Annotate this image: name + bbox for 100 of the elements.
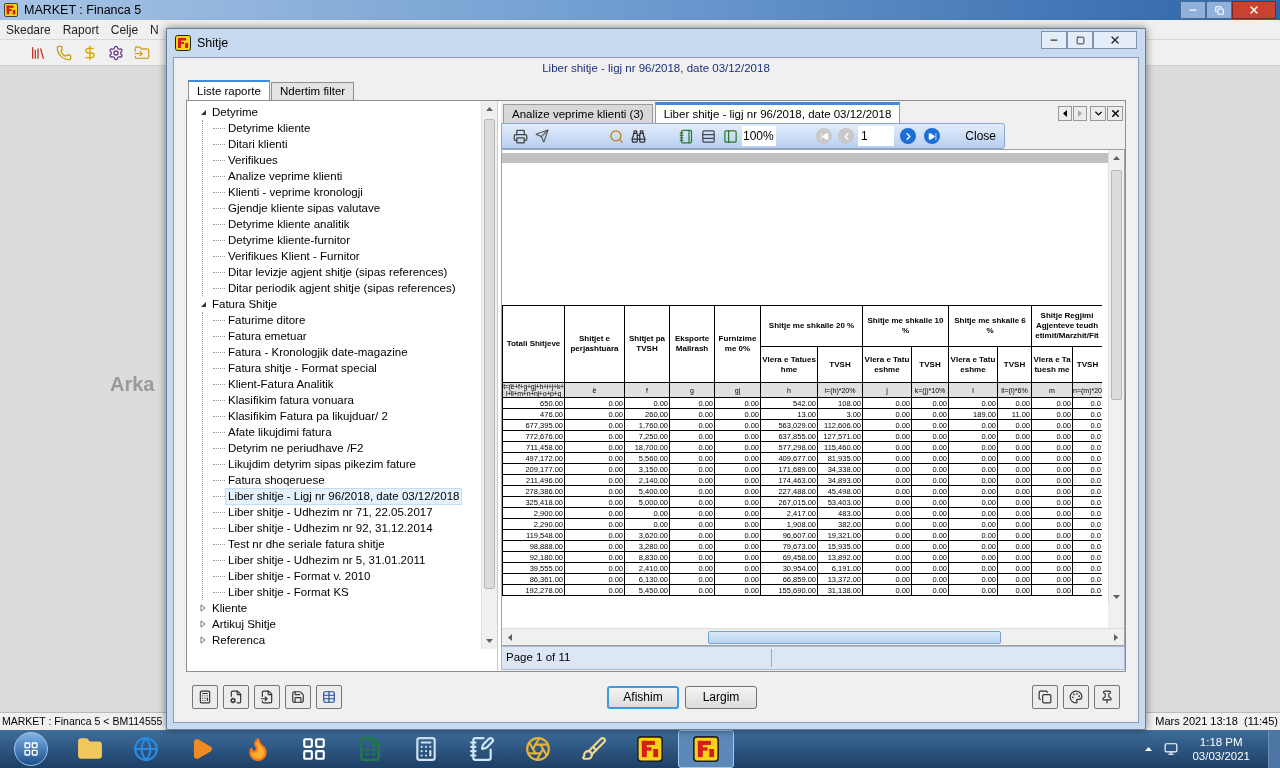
menu-item[interactable]: Skedare xyxy=(0,20,57,39)
tab[interactable]: Ndertim filter xyxy=(270,82,355,100)
menu-item[interactable]: N xyxy=(144,20,165,39)
tree-item[interactable]: Ditar levizje agjent shitje (sipas references) xyxy=(225,263,451,281)
save-button[interactable] xyxy=(285,685,311,709)
tree-item[interactable]: Faturime ditore xyxy=(225,311,309,329)
tree-item[interactable]: Liber shitje - Ligj nr 96/2018, date 03/12/2018 xyxy=(225,487,463,505)
close-button[interactable] xyxy=(1093,31,1137,49)
calculator-icon[interactable] xyxy=(413,736,439,762)
tree-item[interactable]: Detyrime kliente-furnitor xyxy=(225,231,354,249)
tree-item[interactable]: Fatura shoqeruese xyxy=(225,471,328,489)
tree-item[interactable]: Kliente xyxy=(209,599,251,617)
minimize-button[interactable] xyxy=(1180,1,1206,19)
binoculars-icon[interactable] xyxy=(630,128,646,144)
scroll-up-icon[interactable] xyxy=(1113,156,1120,160)
tree-item[interactable]: Afate likujdimi fatura xyxy=(225,423,335,441)
folder-icon[interactable] xyxy=(77,736,103,762)
pin-button[interactable] xyxy=(1094,685,1120,709)
expand-icon[interactable] xyxy=(200,620,206,628)
tree-item[interactable]: Detyrime xyxy=(209,103,261,121)
scroll-left-icon[interactable] xyxy=(508,633,512,641)
horizontal-scrollbar[interactable] xyxy=(502,628,1124,645)
scroll-down-icon[interactable] xyxy=(1113,595,1120,599)
import-button[interactable] xyxy=(254,685,280,709)
tray-arrow-icon[interactable] xyxy=(1145,747,1153,751)
tab-list-button[interactable] xyxy=(1090,106,1106,121)
start-button[interactable] xyxy=(14,732,48,766)
tree-item[interactable]: Detyrim ne periudhave /F2 xyxy=(225,439,367,457)
tree-item[interactable]: Detyrime kliente analitik xyxy=(225,215,353,233)
network-icon[interactable] xyxy=(1164,742,1179,756)
dialog-button[interactable]: Largim xyxy=(685,685,757,709)
tree-item[interactable]: Artikuj Shitje xyxy=(209,615,279,633)
settings-button[interactable] xyxy=(223,685,249,709)
print-icon[interactable] xyxy=(512,128,528,144)
tree-item[interactable]: Fatura shitje - Format special xyxy=(225,359,380,377)
tree-item[interactable]: Test nr dhe seriale fatura shitje xyxy=(225,535,388,553)
tree-item[interactable]: Klient-Fatura Analitik xyxy=(225,375,337,393)
menu-item[interactable]: Celje xyxy=(104,20,145,39)
settings-icon[interactable] xyxy=(108,44,124,61)
scrollbar-thumb[interactable] xyxy=(708,630,1001,644)
tree-item[interactable]: Ditari klienti xyxy=(225,135,291,153)
books-icon[interactable] xyxy=(30,44,46,61)
scrollbar[interactable] xyxy=(481,101,497,649)
restore-button[interactable] xyxy=(1206,1,1232,19)
report-tab[interactable]: Analize veprime klienti (3) xyxy=(503,104,653,123)
last-page-button[interactable] xyxy=(924,128,940,144)
tree-item[interactable]: Klasifikim fatura vonuara xyxy=(225,391,357,409)
notepad-icon[interactable] xyxy=(469,736,495,762)
tree-item[interactable]: Klasifikim Fatura pa likujduar/ 2 xyxy=(225,407,391,425)
expand-icon[interactable] xyxy=(200,604,206,612)
next-page-button[interactable] xyxy=(900,128,916,144)
whole-page-icon[interactable] xyxy=(722,128,738,144)
palette-button[interactable] xyxy=(1063,685,1089,709)
tree-item[interactable]: Ditar periodik agjent shitje (sipas references) xyxy=(225,279,459,297)
table-button[interactable] xyxy=(316,685,342,709)
menu-item[interactable]: Raport xyxy=(56,20,105,39)
scroll-down-icon[interactable] xyxy=(486,639,493,643)
tree-item[interactable]: Liber shitje - Udhezim nr 92, 31.12.2014 xyxy=(225,519,436,537)
scroll-up-icon[interactable] xyxy=(486,107,493,111)
paint-icon[interactable] xyxy=(581,736,607,762)
tree-item[interactable]: Fatura emetuar xyxy=(225,327,310,345)
tree-item[interactable]: Verifikues xyxy=(225,151,281,169)
tree-item[interactable]: Referenca xyxy=(209,631,269,649)
tree-item[interactable]: Analize veprime klienti xyxy=(225,167,346,185)
report-tab[interactable]: Liber shitje - ligj nr 96/2018, date 03/12/2018 xyxy=(654,102,901,123)
page-field[interactable]: 1 xyxy=(858,126,894,146)
dialog-button[interactable]: Afishim xyxy=(607,685,679,709)
close-button[interactable]: Close xyxy=(965,127,996,145)
tree-item[interactable]: Liber shitje - Format v. 2010 xyxy=(225,567,374,585)
taskbar-button[interactable] xyxy=(678,730,734,768)
tree-item[interactable]: Likujdim detyrim sipas pikezim fature xyxy=(225,455,419,473)
tree-item[interactable]: Klienti - veprime kronologji xyxy=(225,183,366,201)
search-icon[interactable] xyxy=(608,128,624,144)
tree-item[interactable]: Verifikues Klient - Furnitor xyxy=(225,247,363,265)
tree-item[interactable]: Gjendje kliente sipas valutave xyxy=(225,199,384,217)
scroll-left-button[interactable] xyxy=(1058,106,1072,121)
tree-item[interactable]: Liber shitje - Udhezim nr 71, 22.05.2017 xyxy=(225,503,436,521)
scrollbar-thumb[interactable] xyxy=(1111,170,1122,400)
tree-item[interactable]: Liber shitje - Format KS xyxy=(225,583,352,601)
tree-item[interactable]: Fatura - Kronologjik date-magazine xyxy=(225,343,411,361)
close-button[interactable] xyxy=(1232,1,1276,19)
scrollbar-thumb[interactable] xyxy=(484,119,495,589)
expand-icon[interactable] xyxy=(200,636,206,644)
close-tab-button[interactable] xyxy=(1107,106,1123,121)
page-width-icon[interactable] xyxy=(700,128,716,144)
collapse-icon[interactable] xyxy=(199,300,207,308)
scroll-right-icon[interactable] xyxy=(1114,633,1118,641)
tab[interactable]: Liste raporte xyxy=(188,80,270,100)
clock[interactable]: 1:18 PM 03/03/2021 xyxy=(1192,735,1250,763)
collapse-icon[interactable] xyxy=(199,108,207,116)
maximize-button[interactable] xyxy=(1067,31,1093,49)
tree-item[interactable]: Liber shitje - Udhezim nr 5, 31.01.2011 xyxy=(225,551,429,569)
minimize-button[interactable] xyxy=(1041,31,1067,49)
export-icon[interactable] xyxy=(535,129,549,143)
scrollbar[interactable] xyxy=(1108,150,1124,605)
zoom-field[interactable]: 100% xyxy=(742,126,776,146)
tree-item[interactable]: Fatura Shitje xyxy=(209,295,281,313)
page-icon[interactable] xyxy=(678,128,694,144)
copy-button[interactable] xyxy=(1032,685,1058,709)
tree-item[interactable]: Detyrime kliente xyxy=(225,119,314,137)
